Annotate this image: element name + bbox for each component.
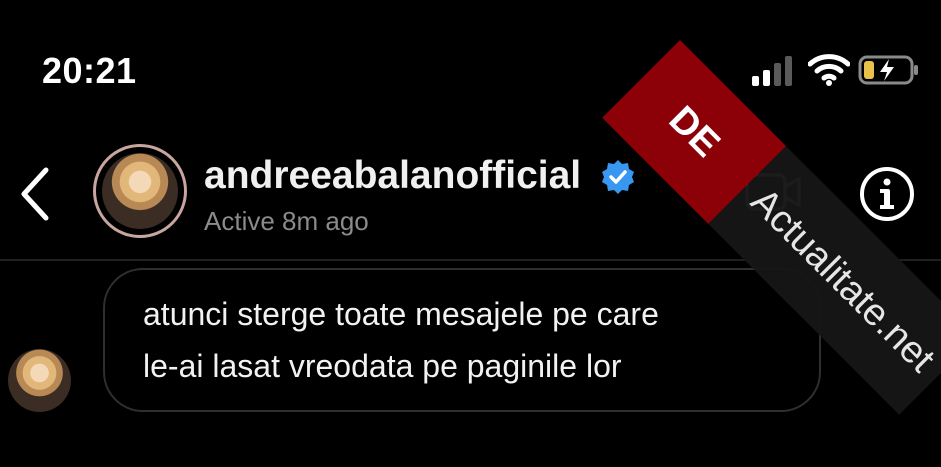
battery-charging-icon (858, 55, 918, 85)
sender-avatar[interactable] (8, 349, 71, 412)
cellular-signal-icon (752, 56, 792, 86)
profile-avatar[interactable] (93, 144, 187, 238)
chevron-left-icon[interactable] (14, 164, 54, 224)
message-line: le-ai lasat vreodata pe paginile lor (143, 348, 622, 384)
profile-username[interactable]: andreeabalanofficial (204, 154, 581, 198)
message-line: atunci sterge toate mesajele pe care (143, 296, 659, 332)
status-bar-time: 20:21 (42, 50, 137, 91)
avatar-image (102, 153, 178, 229)
info-icon[interactable] (858, 165, 916, 223)
verified-badge-icon (602, 160, 634, 194)
message-bubble[interactable]: atunci sterge toate mesajele pe care le-… (103, 268, 821, 412)
active-status-text: Active 8m ago (204, 206, 369, 236)
wifi-icon (808, 54, 850, 86)
